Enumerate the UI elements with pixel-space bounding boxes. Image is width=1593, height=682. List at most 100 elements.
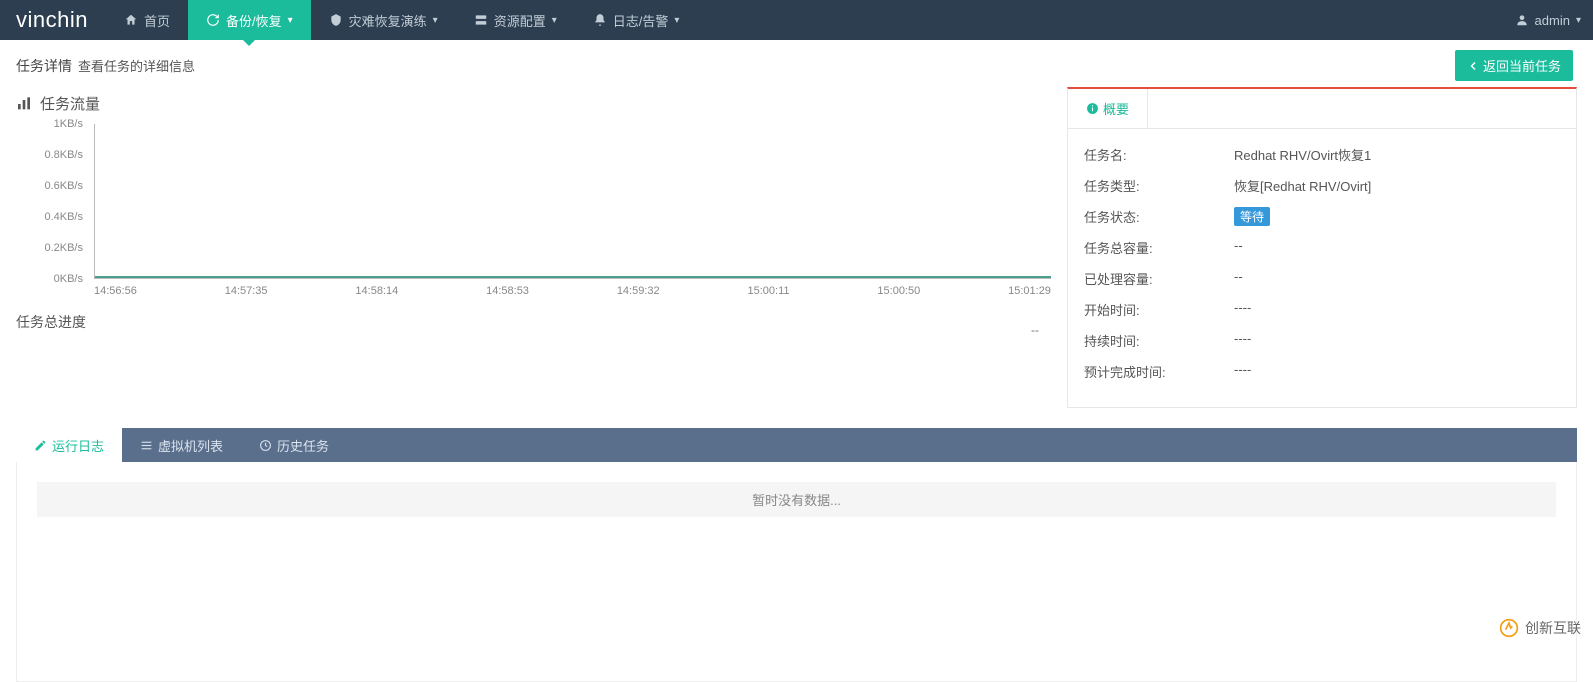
progress-row: 任务总进度 -- [16, 297, 1051, 343]
summary-label: 任务类型: [1084, 176, 1234, 195]
summary-value: -- [1234, 269, 1560, 288]
summary-row-eta: 预计完成时间: ---- [1084, 356, 1560, 387]
progress-value: -- [1031, 307, 1051, 337]
bottom-tabs: 运行日志 虚拟机列表 历史任务 [16, 428, 1577, 462]
bell-icon [593, 13, 607, 27]
x-tick: 14:58:53 [486, 285, 529, 297]
summary-label: 持续时间: [1084, 331, 1234, 350]
summary-value: 等待 [1234, 207, 1560, 226]
summary-panel: 概要 任务名: Redhat RHV/Ovirt恢复1 任务类型: 恢复[Red… [1067, 87, 1577, 408]
navbar-left: vinchin 首页 备份/恢复 ▾ 灾难恢复演练 ▾ [12, 0, 697, 40]
refresh-icon [206, 13, 220, 27]
tab-vmlist[interactable]: 虚拟机列表 [122, 428, 241, 462]
summary-row-start: 开始时间: ---- [1084, 294, 1560, 325]
summary-row-duration: 持续时间: ---- [1084, 325, 1560, 356]
nav-disaster-label: 灾难恢复演练 [349, 11, 427, 30]
summary-value: Redhat RHV/Ovirt恢复1 [1234, 145, 1560, 164]
back-button[interactable]: 返回当前任务 [1455, 50, 1573, 81]
x-tick: 14:58:14 [355, 285, 398, 297]
breadcrumb: 任务详情 查看任务的详细信息 [16, 56, 195, 76]
main-content: 任务流量 1KB/s 0.8KB/s 0.6KB/s 0.4KB/s 0.2KB… [0, 87, 1593, 408]
status-badge: 等待 [1234, 207, 1270, 226]
summary-label: 任务总容量: [1084, 238, 1234, 257]
y-tick: 0.6KB/s [44, 180, 83, 192]
summary-row-status: 任务状态: 等待 [1084, 201, 1560, 232]
y-tick: 0.8KB/s [44, 149, 83, 161]
tab-vmlist-label: 虚拟机列表 [158, 436, 223, 455]
logo: vinchin [12, 7, 106, 33]
summary-value: -- [1234, 238, 1560, 257]
x-tick: 15:00:11 [748, 285, 790, 297]
nav-log[interactable]: 日志/告警 ▾ [575, 0, 698, 40]
summary-value: 恢复[Redhat RHV/Ovirt] [1234, 176, 1560, 195]
nav-resource-label: 资源配置 [494, 11, 546, 30]
back-button-label: 返回当前任务 [1483, 56, 1561, 75]
chevron-down-icon: ▾ [433, 15, 438, 26]
throughput-chart: 1KB/s 0.8KB/s 0.6KB/s 0.4KB/s 0.2KB/s 0K… [16, 124, 1051, 297]
x-tick: 15:01:29 [1008, 285, 1051, 297]
summary-row-type: 任务类型: 恢复[Redhat RHV/Ovirt] [1084, 170, 1560, 201]
summary-tabs: 概要 [1068, 89, 1576, 129]
server-icon [474, 13, 488, 27]
y-tick: 0.4KB/s [44, 211, 83, 223]
summary-label: 预计完成时间: [1084, 362, 1234, 381]
summary-row-name: 任务名: Redhat RHV/Ovirt恢复1 [1084, 139, 1560, 170]
user-menu[interactable]: admin ▾ [1515, 13, 1581, 28]
tab-summary-label: 概要 [1103, 99, 1129, 118]
chevron-down-icon: ▾ [674, 15, 679, 26]
summary-label: 任务名: [1084, 145, 1234, 164]
summary-row-processed: 已处理容量: -- [1084, 263, 1560, 294]
left-column: 任务流量 1KB/s 0.8KB/s 0.6KB/s 0.4KB/s 0.2KB… [16, 87, 1051, 408]
nav-disaster[interactable]: 灾难恢复演练 ▾ [311, 0, 456, 40]
edit-icon [34, 439, 47, 452]
y-tick: 0.2KB/s [44, 242, 83, 254]
tab-runlog[interactable]: 运行日志 [16, 428, 122, 462]
chart-plot-area [94, 124, 1051, 279]
page-subtitle: 查看任务的详细信息 [78, 56, 195, 75]
footer-brand-text: 创新互联 [1525, 618, 1581, 638]
nav-resource[interactable]: 资源配置 ▾ [456, 0, 575, 40]
summary-label: 开始时间: [1084, 300, 1234, 319]
tab-history-label: 历史任务 [277, 436, 329, 455]
home-icon [124, 13, 138, 27]
chart-x-axis: 14:56:56 14:57:35 14:58:14 14:58:53 14:5… [94, 279, 1051, 297]
right-column: 概要 任务名: Redhat RHV/Ovirt恢复1 任务类型: 恢复[Red… [1067, 87, 1577, 408]
nav-log-label: 日志/告警 [613, 11, 669, 30]
no-data-message: 暂时没有数据... [37, 482, 1556, 517]
info-icon [1086, 102, 1099, 115]
top-navbar: vinchin 首页 备份/恢复 ▾ 灾难恢复演练 ▾ [0, 0, 1593, 40]
tab-runlog-label: 运行日志 [52, 436, 104, 455]
bar-chart-icon [16, 96, 32, 112]
x-tick: 14:56:56 [94, 285, 137, 297]
nav-home-label: 首页 [144, 11, 170, 30]
nav-home[interactable]: 首页 [106, 0, 188, 40]
chevron-down-icon: ▾ [552, 15, 557, 26]
progress-label: 任务总进度 [16, 312, 86, 332]
y-tick: 0KB/s [54, 273, 83, 285]
shield-icon [329, 13, 343, 27]
arrow-left-icon [1467, 60, 1479, 72]
page-header: 任务详情 查看任务的详细信息 返回当前任务 [0, 40, 1593, 87]
list-icon [140, 439, 153, 452]
user-name: admin [1535, 13, 1570, 28]
chart-title-text: 任务流量 [40, 93, 100, 114]
summary-value: ---- [1234, 331, 1560, 350]
tab-summary[interactable]: 概要 [1068, 89, 1148, 128]
spark-icon [1499, 618, 1519, 638]
x-tick: 14:57:35 [225, 285, 268, 297]
summary-value: ---- [1234, 300, 1560, 319]
y-tick: 1KB/s [54, 118, 83, 130]
summary-row-total: 任务总容量: -- [1084, 232, 1560, 263]
summary-label: 已处理容量: [1084, 269, 1234, 288]
nav-backup-label: 备份/恢复 [226, 11, 282, 30]
summary-label: 任务状态: [1084, 207, 1234, 226]
chart-title: 任务流量 [16, 87, 1051, 124]
footer-brand: 创新互联 [1499, 618, 1581, 638]
tab-history[interactable]: 历史任务 [241, 428, 347, 462]
nav-backup[interactable]: 备份/恢复 ▾ [188, 0, 311, 40]
chevron-down-icon: ▾ [1576, 15, 1581, 26]
chart-y-axis: 1KB/s 0.8KB/s 0.6KB/s 0.4KB/s 0.2KB/s 0K… [16, 124, 91, 279]
user-icon [1515, 13, 1529, 27]
page-title: 任务详情 [16, 56, 72, 76]
nav-items: 首页 备份/恢复 ▾ 灾难恢复演练 ▾ 资源配置 [106, 0, 697, 40]
